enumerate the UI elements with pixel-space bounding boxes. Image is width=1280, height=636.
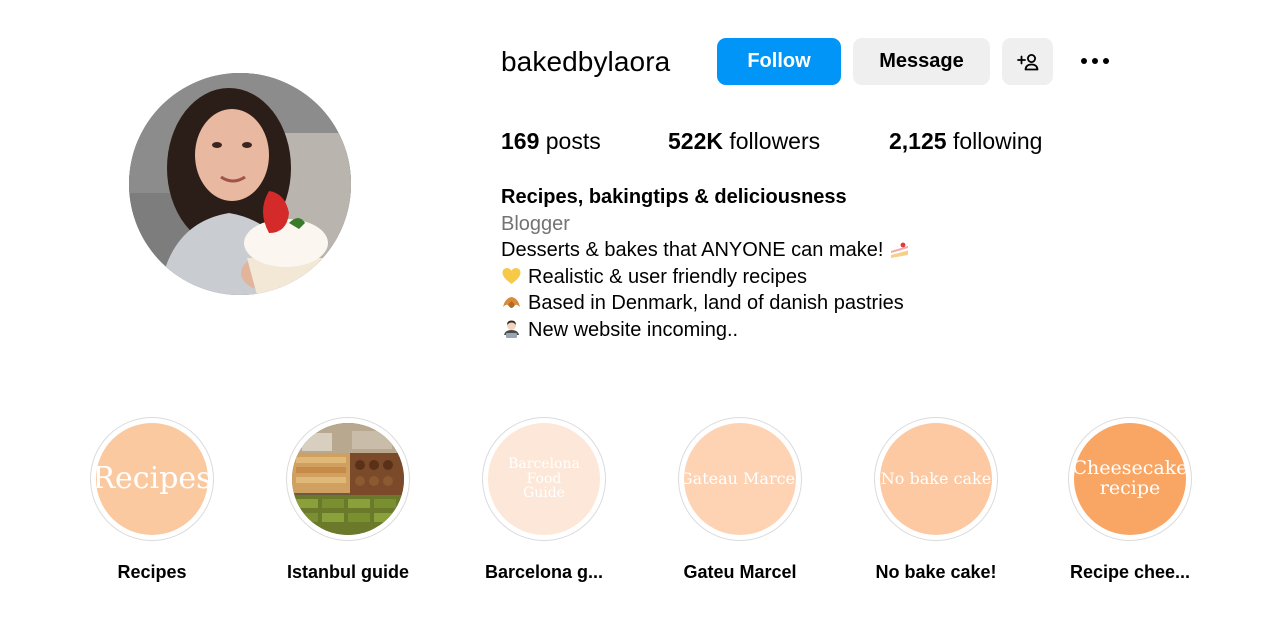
highlight-ring[interactable]: No bake cake — [874, 417, 998, 541]
follow-button[interactable]: Follow — [717, 38, 841, 85]
following-number: 2,125 — [889, 128, 947, 154]
highlight-no-bake-cake[interactable]: No bake cake No bake cake! — [868, 417, 1008, 587]
highlight-cover-photo — [292, 423, 404, 535]
highlight-ring[interactable]: Recipes — [90, 417, 214, 541]
highlight-cover: Cheesecake recipe — [1074, 423, 1186, 535]
shortcake-emoji-icon — [891, 242, 909, 258]
profile-bio: Recipes, bakingtips & deliciousness Blog… — [501, 184, 910, 343]
profile-avatar[interactable] — [129, 73, 351, 295]
highlight-ring[interactable]: Gateau Marcel — [678, 417, 802, 541]
highlight-istanbul-guide[interactable]: Istanbul guide — [280, 417, 420, 587]
highlight-gateau-marcel[interactable]: Gateau Marcel Gateu Marcel — [672, 417, 812, 587]
yellow-heart-icon — [502, 268, 521, 285]
bio-line-3-text: Based in Denmark, land of danish pastrie… — [528, 292, 904, 314]
add-person-icon — [1016, 53, 1038, 70]
croissant-icon — [503, 296, 520, 308]
bio-name: Recipes, bakingtips & deliciousness — [501, 186, 847, 208]
highlight-cover: Gateau Marcel — [684, 423, 796, 535]
posts-count: 169 posts — [501, 127, 601, 155]
technologist-icon — [504, 320, 519, 339]
profile-username: bakedbylaora — [501, 46, 671, 77]
followers-label: followers — [729, 128, 821, 154]
highlight-label: No bake cake! — [875, 562, 997, 582]
highlight-label: Recipes — [117, 562, 187, 582]
bio-line-3: Based in Denmark, land of danish pastrie… — [501, 290, 910, 317]
highlight-cover: Recipes — [96, 423, 208, 535]
more-options-icon[interactable] — [1075, 46, 1115, 76]
following-label: following — [952, 128, 1043, 154]
bio-line-4: New website incoming.. — [501, 317, 910, 344]
highlight-ring[interactable] — [286, 417, 410, 541]
following-link[interactable]: 2,125 following — [889, 127, 1042, 155]
bio-category: Blogger — [501, 212, 570, 235]
avatar-photo — [129, 73, 351, 295]
bio-line-2: Realistic & user friendly recipes — [501, 264, 910, 291]
bio-line-1-text: Desserts & bakes that ANYONE can make! — [501, 239, 884, 261]
bio-line-2-text: Realistic & user friendly recipes — [528, 265, 807, 288]
highlight-barcelona-guide[interactable]: Barcelona Food Guide Barcelona g... — [476, 417, 616, 587]
posts-label: posts — [545, 128, 601, 154]
highlight-recipes[interactable]: Recipes Recipes — [84, 417, 224, 587]
highlight-ring[interactable]: Barcelona Food Guide — [482, 417, 606, 541]
highlight-label: Barcelona g... — [484, 562, 604, 582]
highlight-cover: Barcelona Food Guide — [488, 423, 600, 535]
more-dot-icon — [1081, 58, 1087, 64]
followers-link[interactable]: 522K followers — [668, 127, 820, 155]
highlight-label: Gateu Marcel — [683, 562, 797, 582]
message-button[interactable]: Message — [853, 38, 990, 85]
pastry-shop-photo — [292, 423, 404, 535]
suggested-accounts-button[interactable] — [1002, 38, 1053, 85]
highlight-label: Istanbul guide — [286, 562, 409, 582]
more-dot-icon — [1103, 58, 1109, 64]
posts-number: 169 — [501, 128, 540, 154]
highlight-cover: No bake cake — [880, 423, 992, 535]
highlight-ring[interactable]: Cheesecake recipe — [1068, 417, 1192, 541]
bio-line-4-text: New website incoming.. — [528, 318, 739, 341]
followers-number: 522K — [668, 128, 723, 154]
highlight-cheesecake-recipe[interactable]: Cheesecake recipe Recipe chee... — [1062, 417, 1202, 587]
highlight-label: Recipe chee... — [1069, 562, 1191, 582]
bio-line-1: Desserts & bakes that ANYONE can make! — [501, 237, 910, 264]
more-dot-icon — [1092, 58, 1098, 64]
